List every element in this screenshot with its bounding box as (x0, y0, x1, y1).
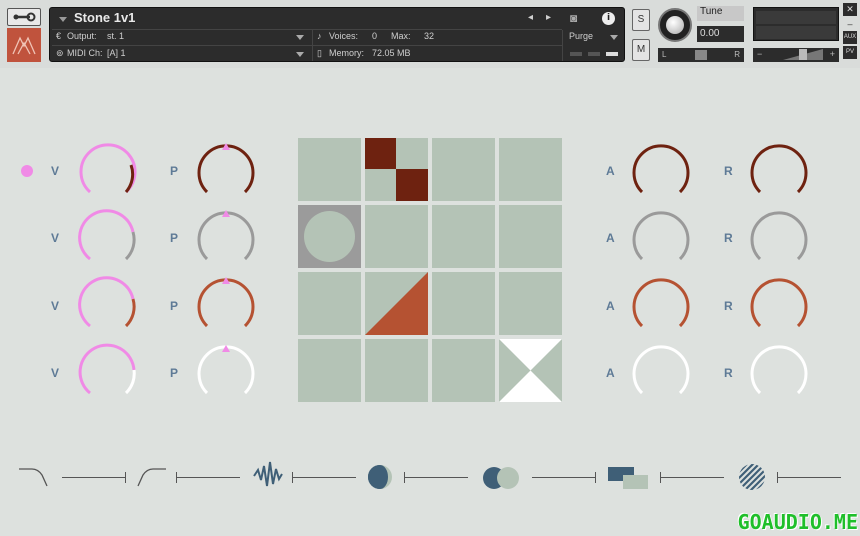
lowpass-filter-icon[interactable] (18, 466, 48, 488)
waveform-distortion-icon[interactable] (253, 460, 283, 492)
reverb-hatched-icon[interactable] (738, 463, 766, 491)
grid-pad[interactable] (365, 339, 428, 402)
velocity-knob-4[interactable] (78, 343, 136, 395)
delay-blocks-icon[interactable] (607, 466, 649, 490)
pitch-knob-3[interactable] (197, 277, 255, 328)
grid-pad[interactable] (432, 205, 495, 268)
grid-pad[interactable] (499, 272, 562, 335)
grid-pad-checker[interactable] (365, 138, 428, 201)
velocity-knob-1[interactable] (79, 143, 137, 194)
release-knob-1[interactable] (750, 144, 808, 194)
grid-pad[interactable] (432, 339, 495, 402)
distortion-slider[interactable] (292, 477, 356, 478)
velocity-knob-2[interactable] (78, 209, 136, 261)
pitch-knob-1[interactable] (197, 143, 255, 194)
grid-pad[interactable] (432, 272, 495, 335)
highpass-filter-icon[interactable] (137, 466, 167, 488)
grid-pad[interactable] (499, 138, 562, 201)
lowpass-slider-handle[interactable] (125, 472, 126, 483)
watermark: GOAUDIO.ME (737, 510, 858, 534)
highpass-slider[interactable] (176, 477, 240, 478)
grid-pad[interactable] (298, 138, 361, 201)
grid-pad-hourglass[interactable] (499, 339, 562, 402)
attack-knob-3[interactable] (632, 278, 690, 328)
velocity-knob-3[interactable] (78, 276, 136, 328)
knob-layer (78, 143, 808, 395)
half-moon-icon[interactable] (367, 464, 393, 490)
grid-pad-circle[interactable] (298, 205, 361, 268)
lowpass-slider[interactable] (62, 477, 126, 478)
attack-knob-2[interactable] (632, 211, 690, 261)
pitch-knob-2[interactable] (197, 210, 255, 261)
chorus-slider[interactable] (532, 477, 596, 478)
release-knob-4[interactable] (750, 345, 808, 395)
grid-pad[interactable] (432, 138, 495, 201)
pitch-knob-4[interactable] (197, 345, 255, 395)
chorus-circles-icon[interactable] (482, 465, 522, 491)
delay-slider[interactable] (660, 477, 724, 478)
attack-knob-1[interactable] (632, 144, 690, 194)
reverb-slider[interactable] (777, 477, 841, 478)
release-knob-3[interactable] (750, 278, 808, 328)
attack-knob-4[interactable] (632, 345, 690, 395)
grid-pad[interactable] (499, 205, 562, 268)
grid-pad[interactable] (298, 339, 361, 402)
moon-slider[interactable] (404, 477, 468, 478)
chorus-slider-handle[interactable] (595, 472, 596, 483)
grid-pad-triangle[interactable] (365, 272, 428, 335)
release-knob-2[interactable] (750, 211, 808, 261)
grid-pad[interactable] (365, 205, 428, 268)
grid-pad[interactable] (298, 272, 361, 335)
